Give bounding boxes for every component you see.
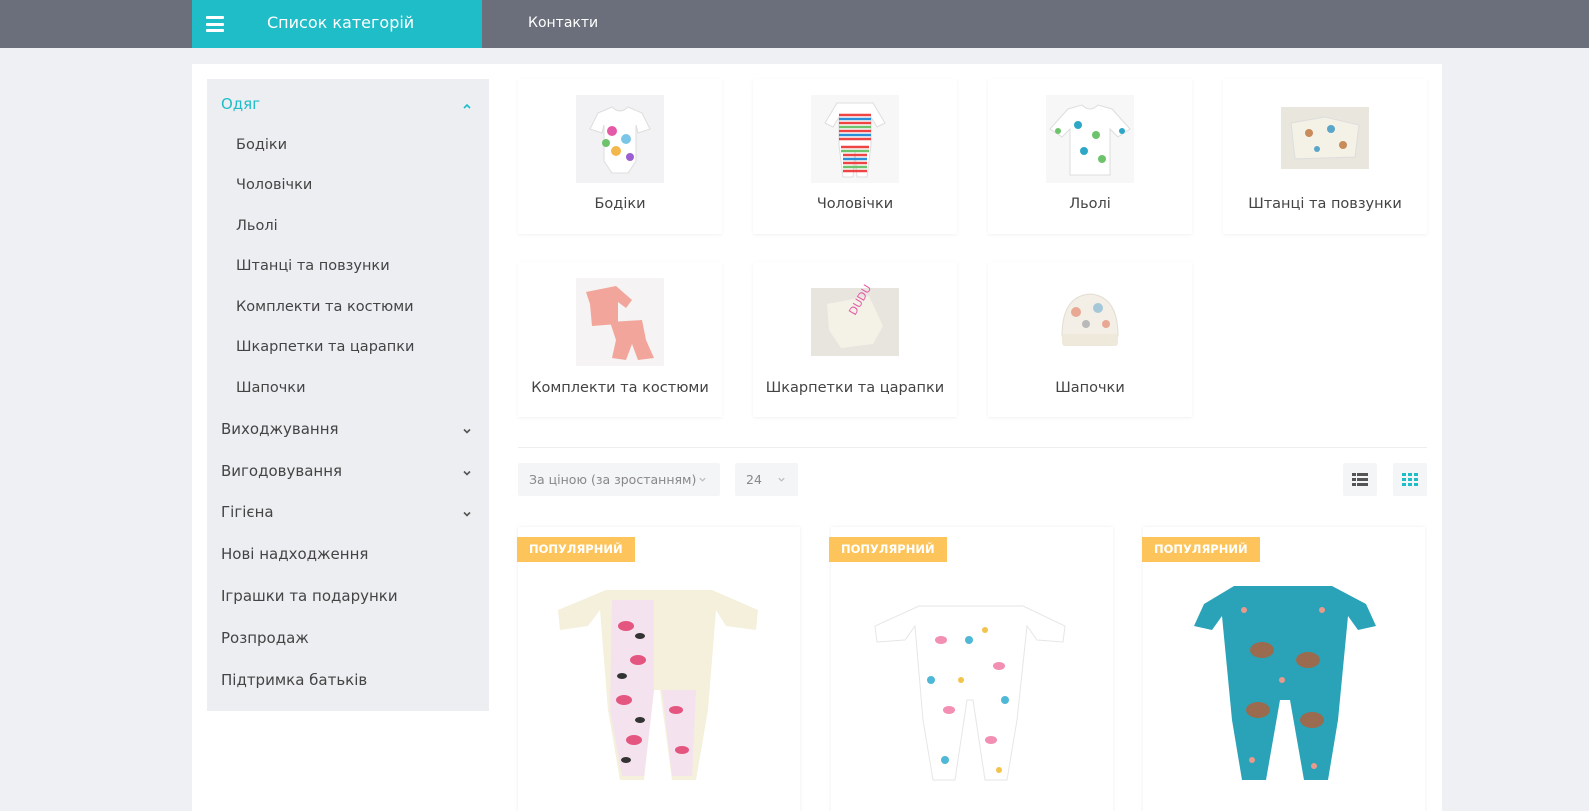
category-tile-label: Шапочки [1055,380,1125,396]
socks-image: DUDU [811,282,899,356]
sidebar-subitem-bodysuits[interactable]: Бодіки [236,137,287,153]
popular-badge: ПОПУЛЯРНИЙ [1142,537,1260,562]
sidebar-item-toys-gifts[interactable]: Іграшки та подарунки [221,587,398,605]
product-image [1194,586,1376,780]
chevron-down-icon[interactable] [461,467,473,479]
category-tile-bodysuits[interactable]: Бодіки [518,79,722,234]
category-sidebar: Одяг Бодіки Чоловічки Льолі Штанці та по… [207,79,489,711]
category-tile-sets[interactable]: Комплекти та костюми [518,262,722,417]
category-tile-label: Чоловічки [816,196,894,212]
pants-image [1281,107,1369,169]
sort-select-value: За ціною (за зростанням) [529,472,697,487]
category-tile-pants[interactable]: Штанці та повзунки [1223,79,1427,234]
list-view-icon [1352,473,1368,486]
sleepsuit-image [811,95,899,183]
sort-select[interactable]: За ціною (за зростанням) [518,463,720,496]
product-image [558,590,758,780]
category-tile-label: Шкарпетки та царапки [765,380,945,396]
sidebar-subitem-shirts[interactable]: Льолі [236,218,278,234]
sidebar-item-hygiene[interactable]: Гігієна [221,503,274,521]
category-tile-label: Бодіки [594,196,646,212]
list-view-button[interactable] [1343,463,1377,496]
bodysuit-image [576,95,664,183]
sidebar-subitem-sets[interactable]: Комплекти та костюми [236,299,414,315]
chevron-up-icon[interactable] [461,100,473,112]
chevron-down-icon [699,477,706,482]
sidebar-subitem-hats[interactable]: Шапочки [236,380,306,396]
sidebar-subitem-pants[interactable]: Штанці та повзунки [236,258,390,274]
grid-view-button[interactable] [1393,463,1427,496]
popular-badge: ПОПУЛЯРНИЙ [517,537,635,562]
category-tile-label: Штанці та повзунки [1248,196,1402,212]
category-tile-shirts[interactable]: Льолі [988,79,1192,234]
chevron-down-icon [778,477,785,482]
popular-badge: ПОПУЛЯРНИЙ [829,537,947,562]
category-tile-label: Льолі [1069,196,1111,212]
chevron-down-icon[interactable] [461,508,473,520]
sidebar-item-feeding[interactable]: Вигодовування [221,462,342,480]
chevron-down-icon[interactable] [461,425,473,437]
sidebar-item-parent-support[interactable]: Підтримка батьків [221,671,367,689]
sidebar-item-nursing[interactable]: Виходжування [221,420,339,438]
divider [518,447,1427,448]
sidebar-subitem-socks[interactable]: Шкарпетки та царапки [236,339,414,355]
category-tile-hats[interactable]: Шапочки [988,262,1192,417]
hat-image [1046,278,1134,366]
product-image [874,605,1066,781]
category-tile-sleepsuits[interactable]: Чоловічки [753,79,957,234]
hamburger-icon [206,16,224,32]
shirt-image [1046,95,1134,183]
per-page-select-value: 24 [746,472,762,487]
nav-link-contacts[interactable]: Контакти [528,15,598,31]
per-page-select[interactable]: 24 [735,463,798,496]
category-tile-label: Комплекти та костюми [531,380,709,396]
grid-view-icon [1402,473,1418,486]
sidebar-item-new-arrivals[interactable]: Нові надходження [221,545,368,563]
set-image [576,278,664,366]
sidebar-item-clothing[interactable]: Одяг [221,95,260,113]
categories-menu-button[interactable]: Список категорій [192,0,482,48]
sidebar-item-sale[interactable]: Розпродаж [221,629,309,647]
sidebar-subitem-sleepsuits[interactable]: Чоловічки [236,177,312,193]
categories-menu-label: Список категорій [267,13,415,32]
category-tile-socks[interactable]: DUDU Шкарпетки та царапки [753,262,957,417]
